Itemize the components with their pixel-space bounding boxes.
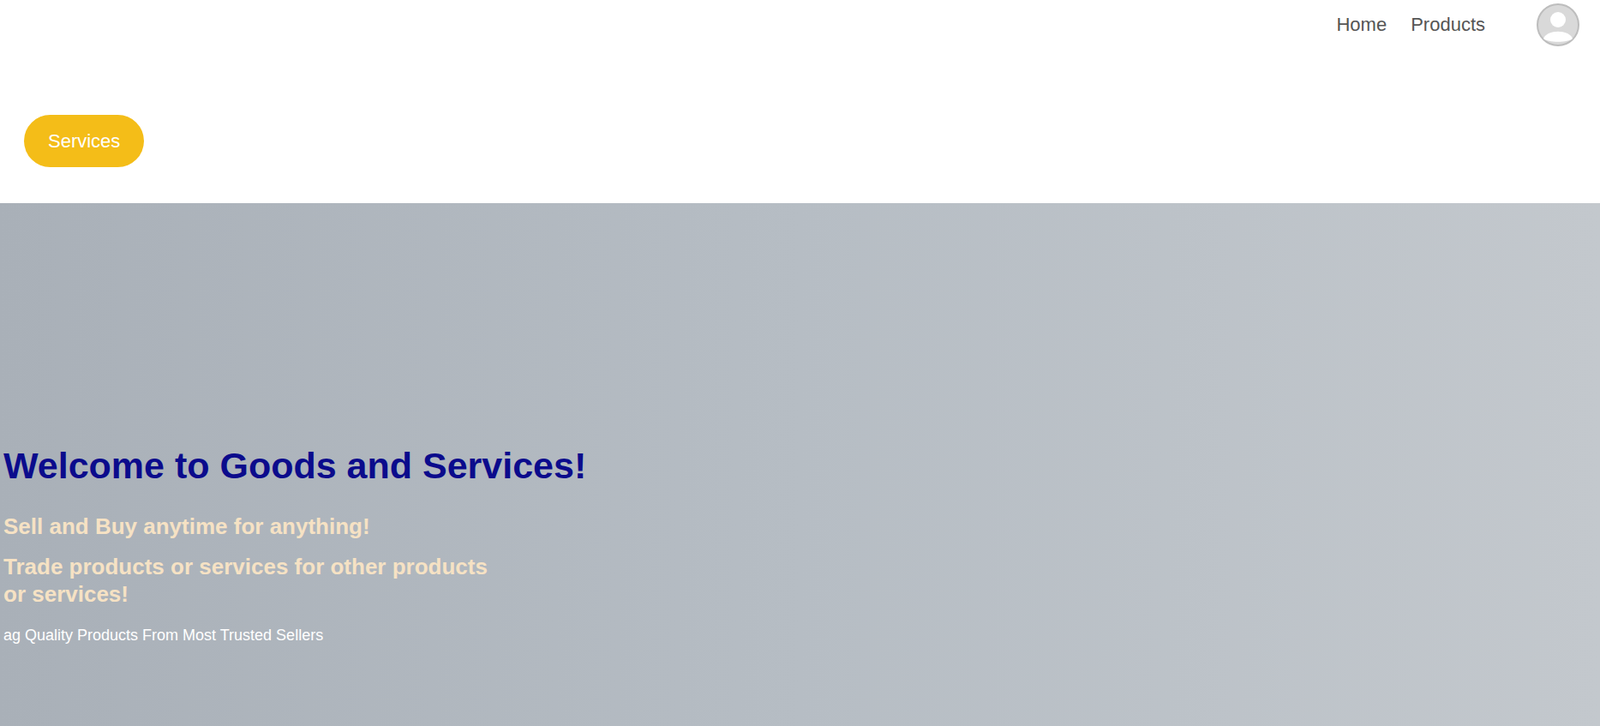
services-button[interactable]: Services (23, 114, 144, 168)
hero-title: Welcome to Goods and Services! (3, 444, 1600, 487)
services-row: Services (0, 46, 1600, 204)
hero: Welcome to Goods and Services! Sell and B… (0, 203, 1600, 726)
hero-line: Sell and Buy anytime for anything! (3, 512, 1600, 541)
nav-link[interactable]: Home (1336, 10, 1387, 39)
header: Home Products Services (0, 0, 1600, 204)
user-avatar-icon[interactable] (1536, 3, 1580, 47)
nav-link[interactable]: Products (1410, 10, 1486, 39)
page: Home Products Services Welcome to Goods and… (0, 0, 1600, 726)
hero-line: or services! (3, 580, 1600, 609)
hero-tagline: ag Quality Products From Most Trusted Se… (3, 623, 1600, 648)
hero-line: Trade products or services for other pro… (3, 552, 1600, 582)
top-nav: Home Products (0, 0, 1600, 47)
hero-lines: Sell and Buy anytime for anything! Trade … (3, 512, 1600, 609)
